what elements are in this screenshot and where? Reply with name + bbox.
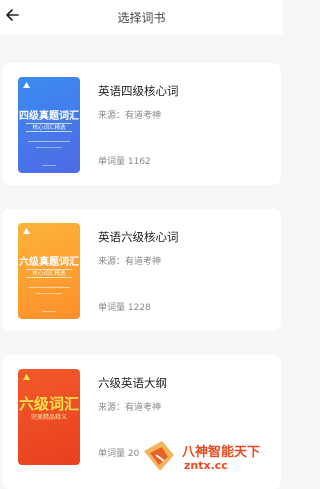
watermark-url: zntx.cc [184,459,228,472]
watermark-logo-icon [144,441,174,471]
brand-logo-icon [23,82,30,88]
book-cover: 四级真题词汇 核心词汇精选 [18,77,80,173]
book-source: 来源：有道考神 [98,403,162,413]
cover-subtitle: 完美精品释义 [30,414,67,421]
book-cover: 六级真题词汇 核心词汇精选 [18,223,80,319]
cover-title: 六级词汇 [18,395,79,413]
word-count: 单词量 1162 [98,157,151,167]
book-name: 英语四级核心词 [98,84,179,98]
book-name: 英语六级核心词 [98,230,179,244]
book-name: 六级英语大纲 [98,376,167,390]
top-bar: 选择词书 [0,0,283,34]
watermark: 八神智能天下 zntx.cc [140,437,283,477]
page-title: 选择词书 [117,11,166,25]
book-cover: 六级词汇 完美精品释义 [18,369,80,465]
brand-logo-icon [23,374,30,380]
cover-subtitle: 核心词汇精选 [26,269,72,278]
cover-subtitle: 核心词汇精选 [26,123,72,132]
watermark-text: 八神智能天下 [182,445,261,460]
cover-title: 六级真题词汇 [19,257,79,268]
book-card[interactable]: 六级真题词汇 核心词汇精选 英语六级核心词 来源：有道考神 单词量 1228 [2,209,281,331]
book-source: 来源：有道考神 [98,257,162,267]
brand-logo-icon [23,228,30,234]
word-count: 单词量 1228 [98,303,151,313]
book-source: 来源：有道考神 [98,111,162,121]
book-card[interactable]: 四级真题词汇 核心词汇精选 英语四级核心词 来源：有道考神 单词量 1162 [2,63,281,185]
word-count: 单词量 20 [98,449,140,459]
cover-title: 四级真题词汇 [19,111,79,122]
